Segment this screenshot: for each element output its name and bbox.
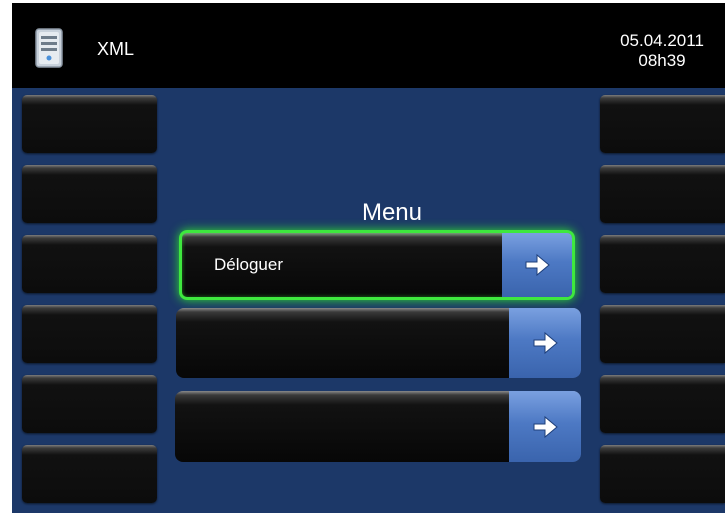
date-label: 05.04.2011: [620, 31, 704, 50]
time-label: 08h39: [638, 51, 686, 70]
menu-item-deloguer[interactable]: Déloguer: [179, 230, 575, 300]
menu-title: Menu: [361, 199, 423, 226]
left-softkey-2[interactable]: [22, 165, 157, 223]
menu-item-label: Déloguer: [214, 255, 283, 274]
server-icon: [35, 28, 63, 68]
left-softkey-6[interactable]: [22, 445, 157, 503]
arrow-right-icon: [533, 331, 558, 355]
screen: XML 05.04.2011 08h39 Menu Déloguer: [12, 3, 725, 513]
arrow-right-icon: [525, 253, 550, 277]
app-title: XML: [97, 39, 135, 59]
right-softkey-5[interactable]: [600, 375, 725, 433]
menu-item-3[interactable]: [175, 391, 581, 462]
left-softkey-4[interactable]: [22, 305, 157, 363]
right-softkey-6[interactable]: [600, 445, 725, 503]
menu-item-arrow-button[interactable]: [509, 308, 581, 378]
right-softkey-2[interactable]: [600, 165, 725, 223]
menu-item-arrow-button[interactable]: [509, 391, 581, 462]
header-bar: XML 05.04.2011 08h39: [12, 3, 725, 88]
menu-item-arrow-button[interactable]: [502, 233, 572, 297]
left-softkey-5[interactable]: [22, 375, 157, 433]
right-softkey-1[interactable]: [600, 95, 725, 153]
datetime: 05.04.2011 08h39: [602, 31, 722, 71]
menu-item-2[interactable]: [176, 308, 581, 378]
right-softkey-3[interactable]: [600, 235, 725, 293]
left-softkey-3[interactable]: [22, 235, 157, 293]
arrow-right-icon: [533, 415, 558, 438]
right-softkey-4[interactable]: [600, 305, 725, 363]
left-softkey-1[interactable]: [22, 95, 157, 153]
